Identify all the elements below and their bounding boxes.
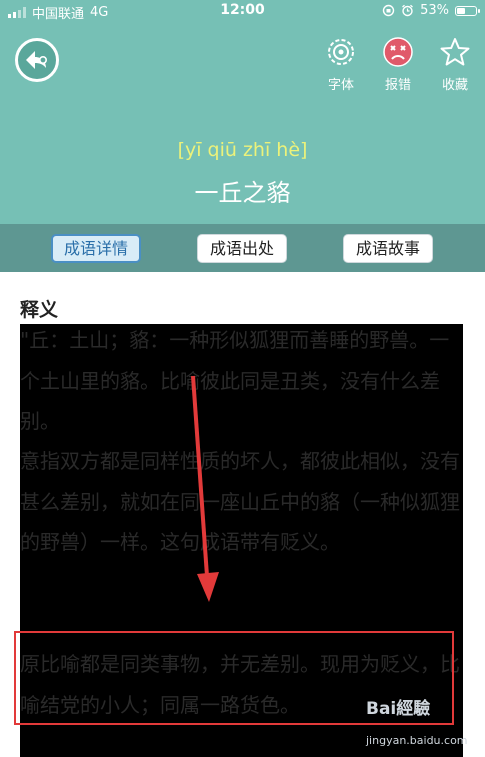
watermark-url: jingyan.baidu.com (366, 734, 468, 747)
watermark-logo: Bai經驗 (366, 699, 431, 719)
watermark: Bai經驗 jingyan.baidu.com (366, 692, 478, 752)
